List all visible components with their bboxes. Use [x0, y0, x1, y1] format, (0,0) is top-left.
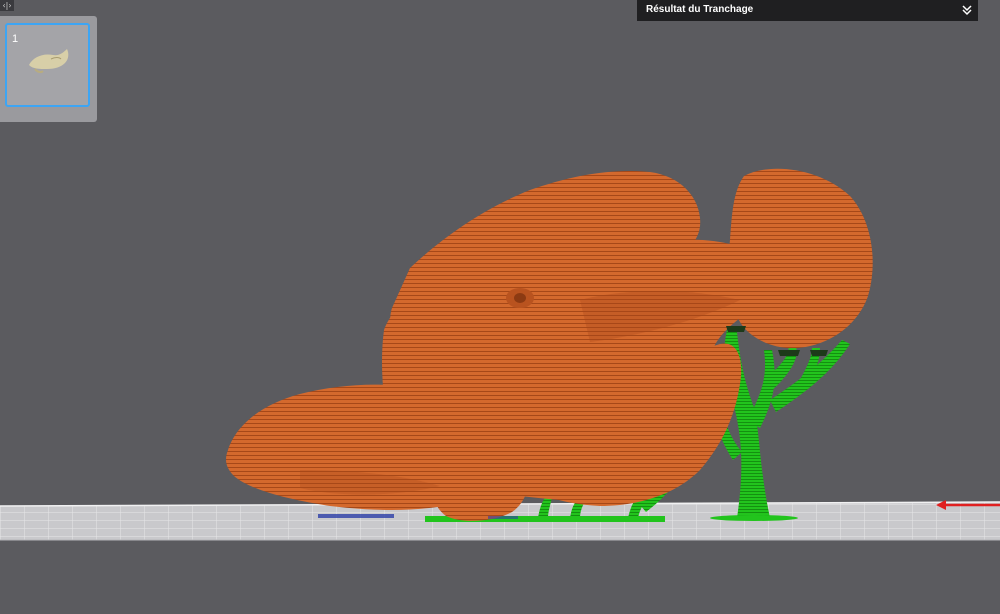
slice-result-title: Résultat du Tranchage [646, 4, 754, 15]
double-chevron-down-icon[interactable] [960, 0, 974, 20]
3d-viewport[interactable]: ‹|› 1 Résultat du Tranchage [0, 0, 1000, 614]
plate-list-panel: 1 [0, 16, 97, 122]
panel-collapse-toggle[interactable]: ‹|› [0, 0, 14, 11]
slice-result-panel-header[interactable]: Résultat du Tranchage [637, 0, 978, 21]
fish-model-thumbnail-icon [29, 49, 69, 74]
sliced-fish-model [226, 168, 873, 521]
sliced-model-scene[interactable] [0, 0, 1000, 614]
plate-number: 1 [12, 33, 19, 45]
